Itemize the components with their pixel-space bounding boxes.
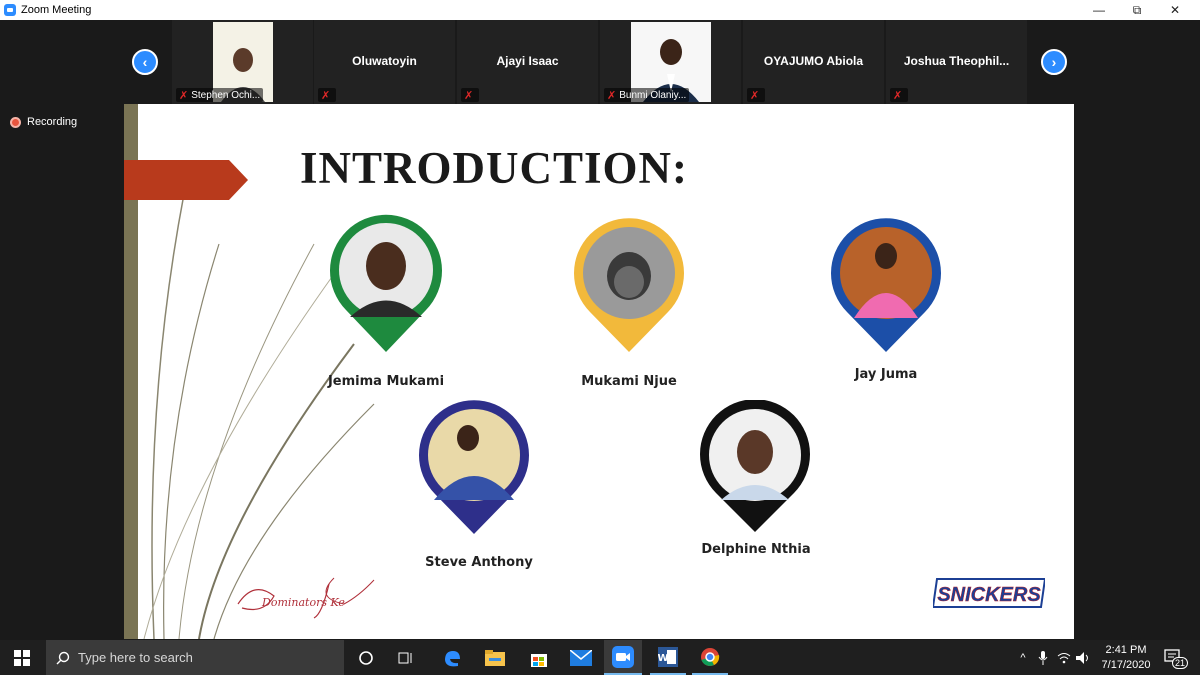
close-button[interactable]: ✕ (1156, 0, 1194, 20)
slide-heading: INTRODUCTION: (300, 143, 689, 193)
search-icon (56, 651, 70, 664)
microphone-icon[interactable] (1034, 640, 1052, 675)
clock-time: 2:41 PM (1105, 644, 1147, 656)
participant-name: Ajayi Isaac (496, 54, 559, 68)
edge-icon[interactable] (436, 640, 468, 675)
recording-indicator[interactable]: Recording (10, 116, 77, 128)
muted-mic-icon: ✗ (321, 89, 331, 102)
store-icon[interactable] (522, 640, 556, 675)
show-hidden-icons-icon[interactable]: ^ (1014, 640, 1032, 675)
cortana-icon[interactable] (350, 640, 382, 675)
slide-arrow-tab (124, 160, 248, 200)
participant-footer: ✗ (747, 88, 766, 102)
notification-center-icon[interactable]: 21 (1158, 640, 1189, 675)
participant-name: Joshua Theophil... (903, 54, 1010, 68)
file-explorer-icon[interactable] (478, 640, 512, 675)
profile-pin-steve (419, 400, 529, 534)
word-icon[interactable]: W (650, 640, 686, 675)
recording-label: Recording (27, 116, 78, 128)
participant-tile[interactable]: ✗ Bunmi Olaniy... (600, 20, 741, 104)
muted-mic-icon: ✗ (607, 89, 617, 102)
participant-footer: ✗ (318, 88, 337, 102)
recording-icon (10, 116, 21, 128)
search-placeholder: Type here to search (78, 650, 193, 665)
windows-start-icon[interactable] (0, 640, 44, 675)
profile-name: Steve Anthony (425, 555, 533, 570)
svg-text:Dominators Ke: Dominators Ke (261, 596, 345, 609)
participant-name: Oluwatoyin (352, 54, 417, 68)
volume-icon[interactable] (1074, 640, 1094, 675)
minimize-button[interactable]: — (1080, 0, 1118, 20)
participant-name: Stephen Ochi... (191, 89, 261, 101)
profile-pin-delphine (700, 400, 810, 532)
participant-footer: ✗ Bunmi Olaniy... (604, 88, 690, 102)
svg-text:W: W (658, 653, 669, 664)
participant-tile[interactable]: OYAJUMO Abiola ✗ (743, 20, 884, 104)
profile-name: Mukami Njue (581, 374, 677, 389)
muted-mic-icon: ✗ (750, 89, 760, 102)
notification-badge: 21 (1172, 657, 1189, 669)
snickers-logo: SNICKERS (933, 578, 1045, 608)
muted-mic-icon: ✗ (893, 89, 903, 102)
task-view-icon[interactable] (390, 640, 422, 675)
participant-tile[interactable]: Ajayi Isaac ✗ (457, 20, 598, 104)
clock-date: 7/17/2020 (1101, 659, 1151, 671)
svg-text:SNICKERS: SNICKERS (937, 584, 1041, 606)
shared-screen-slide: INTRODUCTION: Jemima Mukami Mukami Njue … (124, 104, 1074, 639)
zoom-icon[interactable] (604, 640, 642, 675)
dominators-signature-logo: Dominators Ke (237, 577, 375, 619)
restore-button[interactable]: ⧉ (1118, 0, 1156, 20)
profile-pin-jemima (330, 214, 442, 352)
participant-footer: ✗ Stephen Ochi... (176, 88, 264, 102)
mail-icon[interactable] (564, 640, 598, 675)
profile-pin-jay (831, 218, 941, 352)
windows-taskbar: Type here to search W ^ 2:41 PM 7/17/202… (0, 640, 1200, 675)
profile-name: Delphine Nthia (701, 542, 811, 557)
profile-pin-mukami (574, 218, 684, 352)
participant-footer: ✗ (890, 88, 909, 102)
participant-footer: ✗ (461, 88, 480, 102)
muted-mic-icon: ✗ (179, 89, 189, 102)
chrome-icon[interactable] (692, 640, 728, 675)
participant-name: Bunmi Olaniy... (619, 89, 687, 101)
taskbar-clock[interactable]: 2:41 PM 7/17/2020 (1098, 643, 1154, 673)
participant-tile[interactable]: ✗ Stephen Ochi... (172, 20, 313, 104)
wifi-icon[interactable] (1054, 640, 1074, 675)
chevron-left-icon[interactable]: ‹ (132, 49, 158, 75)
window-titlebar: Zoom Meeting — ⧉ ✕ (0, 0, 1200, 20)
muted-mic-icon: ✗ (464, 89, 474, 102)
zoom-app-icon (4, 4, 16, 16)
participant-tile[interactable]: Oluwatoyin ✗ (314, 20, 455, 104)
profile-name: Jay Juma (854, 367, 918, 382)
chevron-right-icon[interactable]: › (1041, 49, 1067, 75)
profile-name: Jemima Mukami (327, 374, 445, 389)
participant-name: OYAJUMO Abiola (763, 54, 864, 68)
participant-tile[interactable]: Joshua Theophil... ✗ (886, 20, 1027, 104)
window-title: Zoom Meeting (21, 4, 92, 16)
taskbar-search-input[interactable]: Type here to search (46, 640, 344, 675)
